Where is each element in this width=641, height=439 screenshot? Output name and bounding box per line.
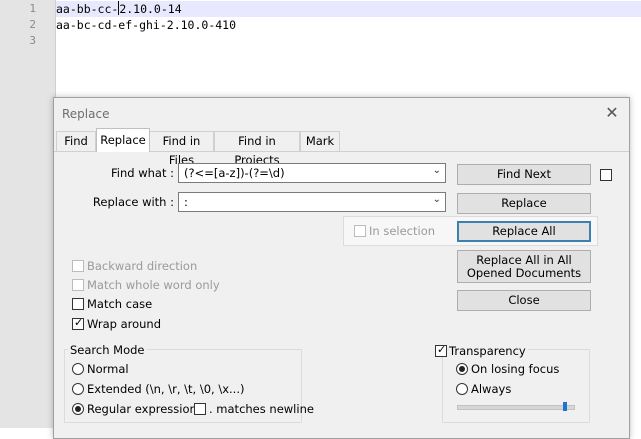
extended-label: Extended (\n, \r, \t, \0, \x...) — [87, 382, 245, 396]
wrap-around-label: Wrap around — [87, 317, 162, 331]
checkmark-icon: ✓ — [437, 343, 447, 356]
backward-direction-checkbox[interactable] — [72, 260, 84, 272]
transparency-slider-track[interactable] — [457, 405, 575, 410]
line-number-1: 1 — [29, 2, 36, 15]
line-number-2: 2 — [29, 18, 36, 31]
normal-label: Normal — [87, 362, 129, 376]
transparency-slider-thumb[interactable] — [563, 402, 568, 411]
find-next-extra-checkbox[interactable] — [600, 169, 612, 181]
radio-selected-dot — [75, 406, 81, 412]
match-case-label: Match case — [87, 297, 153, 311]
matches-newline-label: . matches newline — [209, 402, 314, 416]
code-text-after-caret: 2.10.0-14 — [119, 2, 182, 16]
code-line-2[interactable]: aa-bc-cd-ef-ghi-2.10.0-410 — [56, 17, 236, 33]
chevron-down-icon[interactable]: ⌄ — [433, 194, 441, 205]
tab-find-in-files[interactable]: Find in Files — [149, 131, 214, 167]
replace-with-label: Replace with : — [92, 195, 174, 209]
backward-direction-label: Backward direction — [87, 259, 198, 273]
regular-expression-radio[interactable] — [72, 403, 84, 415]
always-label: Always — [471, 382, 512, 396]
find-next-button[interactable]: Find Next — [457, 164, 591, 185]
transparency-label: Transparency — [449, 344, 528, 358]
replace-all-opened-documents-button[interactable]: Replace All in All Opened Documents — [457, 250, 591, 283]
tab-replace[interactable]: Replace — [96, 128, 150, 152]
match-whole-word-checkbox[interactable] — [72, 279, 84, 291]
wrap-around-checkbox[interactable]: ✓ — [72, 316, 84, 330]
tab-find-in-projects[interactable]: Find in Projects — [214, 131, 300, 167]
matches-newline-checkbox[interactable] — [194, 403, 206, 415]
close-icon[interactable]: ✕ — [602, 103, 622, 123]
code-text-before-caret: aa-bb-cc- — [56, 2, 119, 16]
line-number-3: 3 — [29, 34, 36, 47]
replace-button[interactable]: Replace — [457, 193, 591, 214]
match-whole-word-label: Match whole word only — [87, 278, 220, 292]
match-case-checkbox[interactable] — [72, 298, 84, 310]
line-number-gutter — [0, 0, 56, 428]
dialog-title: Replace — [62, 107, 110, 121]
always-radio[interactable] — [456, 383, 468, 395]
transparency-checkbox[interactable]: ✓ — [435, 343, 447, 357]
radio-selected-dot — [459, 366, 465, 372]
replace-dialog: Replace ✕ Find Replace Find in Files Fin… — [53, 97, 630, 439]
in-selection-checkbox[interactable] — [354, 225, 366, 237]
regular-expression-label: Regular expression — [87, 402, 197, 416]
replace-with-value: : — [184, 195, 188, 209]
search-mode-title: Search Mode — [68, 343, 147, 357]
replace-all-button[interactable]: Replace All — [457, 221, 591, 242]
find-what-combo[interactable]: (?<=[a-z])-(?=\d) ⌄ — [178, 163, 446, 183]
find-what-value: (?<=[a-z])-(?=\d) — [184, 166, 285, 180]
on-losing-focus-radio[interactable] — [456, 363, 468, 375]
close-button[interactable]: Close — [457, 290, 591, 311]
on-losing-focus-label: On losing focus — [471, 362, 560, 376]
tab-find[interactable]: Find — [56, 131, 96, 151]
extended-radio[interactable] — [72, 383, 84, 395]
code-line-1[interactable]: aa-bb-cc-2.10.0-14 — [56, 1, 182, 17]
in-selection-label: In selection — [369, 224, 436, 238]
checkmark-icon: ✓ — [74, 316, 84, 329]
chevron-down-icon[interactable]: ⌄ — [433, 165, 441, 176]
replace-with-combo[interactable]: : ⌄ — [178, 192, 446, 212]
find-what-label: Find what : — [111, 166, 174, 180]
normal-radio[interactable] — [72, 363, 84, 375]
tab-mark[interactable]: Mark — [300, 131, 340, 151]
